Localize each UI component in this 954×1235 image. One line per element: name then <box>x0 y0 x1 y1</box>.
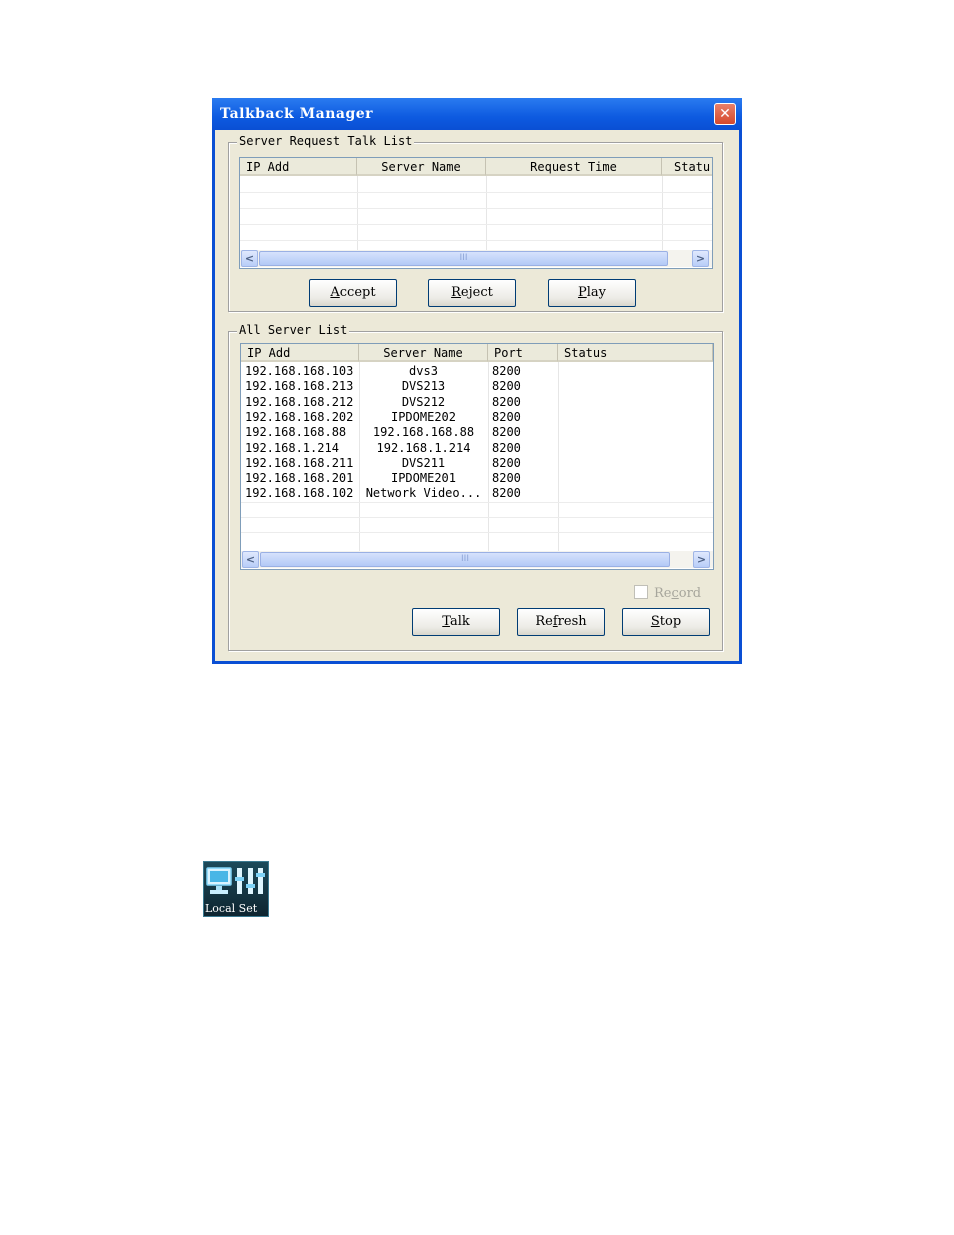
column-header-ip-add[interactable]: IP Add <box>240 158 357 176</box>
grid-line <box>240 240 712 241</box>
cell-port: 8200 <box>492 394 521 409</box>
record-checkbox[interactable]: Record <box>634 585 701 601</box>
all-server-list[interactable]: IP Add Server Name Port Status 192.168.1… <box>240 343 714 570</box>
local-settings-icon <box>206 867 265 894</box>
cell-name: IPDOME201 <box>390 471 457 486</box>
all-server-group: All Server List IP Add Server Name Port … <box>228 323 723 651</box>
grid-line <box>241 532 713 534</box>
cell-name: Network Video... <box>365 486 482 501</box>
cell-ip: 192.168.168.212 <box>245 394 354 409</box>
cell-port: 8200 <box>492 486 521 501</box>
server-request-group-legend: Server Request Talk List <box>237 134 415 148</box>
scroll-right-icon[interactable]: > <box>693 551 710 568</box>
record-checkbox-box[interactable] <box>634 585 648 599</box>
cell-ip: 192.168.168.211 <box>245 455 354 470</box>
grid-line <box>486 176 487 250</box>
scroll-right-icon[interactable]: > <box>692 250 709 267</box>
cell-status <box>558 395 713 410</box>
cell-status <box>558 425 713 440</box>
cell-name: 192.168.1.214 <box>376 440 471 455</box>
scroll-thumb[interactable]: III <box>260 552 670 567</box>
cell-name: dvs3 <box>409 364 438 378</box>
window-title: Talkback Manager <box>220 106 374 122</box>
cell-ip: 192.168.168.201 <box>245 471 354 486</box>
reject-button[interactable]: Reject <box>428 279 516 307</box>
cell-ip: 192.168.168.102 <box>245 486 354 501</box>
cell-status <box>558 364 713 379</box>
all-server-group-legend: All Server List <box>237 323 350 337</box>
cell-status <box>558 441 713 456</box>
cell-ip: 192.168.168.103 <box>245 364 354 378</box>
column-header-request-time[interactable]: Request Time <box>486 158 662 176</box>
local-set-shortcut[interactable]: Local Set <box>203 861 269 917</box>
server-request-list[interactable]: IP Add Server Name Request Time Statu < … <box>239 157 713 269</box>
grid-line <box>240 224 712 225</box>
grid-line <box>241 501 713 503</box>
server-request-group: Server Request Talk List IP Add Server N… <box>228 134 723 312</box>
column-header-status[interactable]: Status <box>558 344 713 362</box>
column-header-ip-add[interactable]: IP Add <box>241 344 359 362</box>
stop-button[interactable]: Stop <box>622 608 710 636</box>
scroll-thumb[interactable]: III <box>259 251 668 266</box>
cell-name: 192.168.168.88 <box>372 425 475 440</box>
column-header-server-name[interactable]: Server Name <box>357 158 486 176</box>
cell-name: DVS213 <box>401 379 446 394</box>
refresh-button[interactable]: Refresh <box>517 608 605 636</box>
local-set-label: Local Set <box>205 902 258 915</box>
cell-port: 8200 <box>492 409 521 424</box>
cell-port: 8200 <box>492 471 521 486</box>
grid-line <box>662 176 663 250</box>
close-icon[interactable]: ✕ <box>714 103 736 125</box>
cell-name: IPDOME202 <box>390 409 457 424</box>
cell-status <box>558 471 713 486</box>
play-button[interactable]: Play <box>548 279 636 307</box>
cell-port: 8200 <box>492 364 521 378</box>
scroll-left-icon[interactable]: < <box>241 250 258 267</box>
talkback-manager-window: Talkback Manager ✕ Server Request Talk L… <box>212 98 742 664</box>
scroll-left-icon[interactable]: < <box>242 551 259 568</box>
horizontal-scrollbar[interactable]: < III > <box>241 551 713 568</box>
cell-status <box>558 456 713 471</box>
cell-status <box>558 410 713 425</box>
talk-button[interactable]: Talk <box>412 608 500 636</box>
cell-name: DVS212 <box>401 394 446 409</box>
cell-port: 8200 <box>492 379 521 394</box>
cell-status <box>558 379 713 394</box>
column-header-status[interactable]: Statu <box>662 158 712 176</box>
horizontal-scrollbar[interactable]: < III > <box>240 250 712 267</box>
cell-status <box>558 486 713 501</box>
column-header-port[interactable]: Port <box>488 344 558 362</box>
title-bar[interactable]: Talkback Manager ✕ <box>212 98 742 130</box>
dialog-client-area: Server Request Talk List IP Add Server N… <box>215 130 739 661</box>
cell-ip: 192.168.168.88 <box>245 425 347 440</box>
cell-port: 8200 <box>492 440 521 455</box>
grid-line <box>240 208 712 209</box>
accept-button[interactable]: Accept <box>309 279 397 307</box>
grid-line <box>241 517 713 518</box>
cell-ip: 192.168.168.213 <box>245 379 354 394</box>
cell-port: 8200 <box>492 455 521 470</box>
cell-ip: 192.168.1.214 <box>245 440 339 455</box>
grid-line <box>240 192 712 193</box>
cell-ip: 192.168.168.202 <box>245 409 354 424</box>
column-header-server-name[interactable]: Server Name <box>359 344 488 362</box>
grid-line <box>357 176 358 250</box>
cell-name: DVS211 <box>401 455 446 470</box>
cell-port: 8200 <box>492 425 521 440</box>
